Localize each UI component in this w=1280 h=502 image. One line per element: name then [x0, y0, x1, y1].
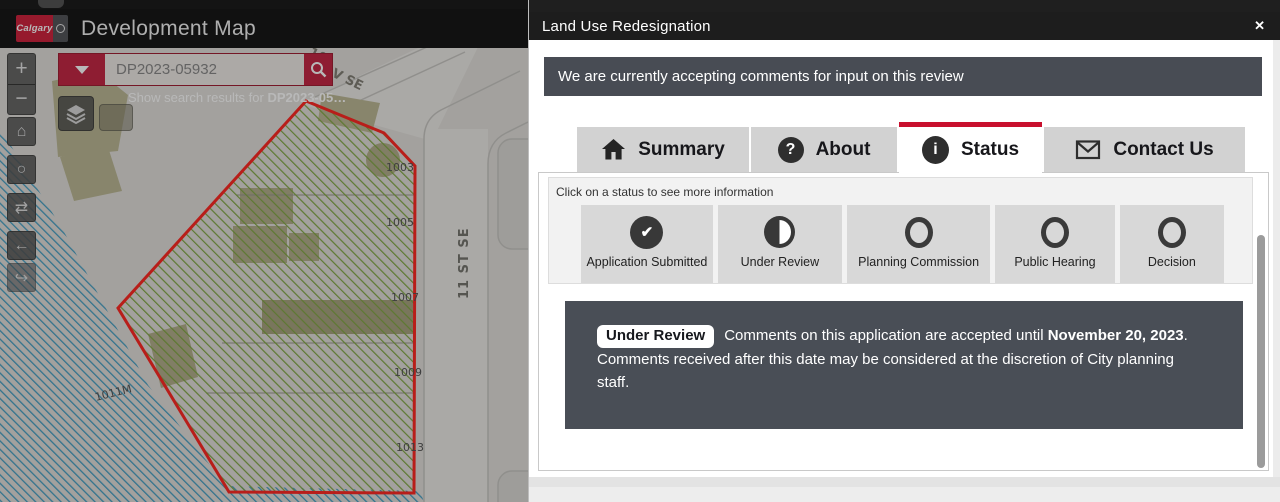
empty-circle-icon [1158, 217, 1186, 248]
info-icon: i [922, 136, 949, 164]
status-step-label: Under Review [741, 255, 820, 269]
empty-circle-icon [905, 217, 933, 248]
envelope-icon [1075, 138, 1101, 161]
panel-top-gap [529, 0, 1280, 12]
panel-body: We are currently accepting comments for … [529, 40, 1280, 477]
status-caption: Click on a status to see more informatio… [549, 178, 1252, 199]
comments-open-banner: We are currently accepting comments for … [544, 57, 1262, 96]
tab-contact-us[interactable]: Contact Us [1044, 127, 1245, 172]
home-icon [601, 138, 626, 161]
close-icon[interactable]: ✕ [1254, 18, 1280, 34]
modal-dim-overlay [0, 9, 528, 502]
tab-bar: Summary ? About i Status Contact Us [577, 122, 1280, 172]
empty-circle-icon [1041, 217, 1069, 248]
tab-label: Contact Us [1113, 139, 1213, 161]
status-badge: Under Review [597, 325, 714, 348]
tab-label: Status [961, 139, 1019, 161]
status-step-label: Decision [1148, 255, 1196, 269]
scrollbar-thumb[interactable] [1257, 235, 1265, 468]
half-circle-icon [764, 216, 795, 248]
status-step-label: Planning Commission [858, 255, 979, 269]
panel-title: Land Use Redesignation [529, 18, 711, 35]
status-step-decision[interactable]: Decision [1120, 205, 1224, 283]
status-step-label: Public Hearing [1014, 255, 1095, 269]
land-use-panel: Land Use Redesignation ✕ We are currentl… [528, 0, 1280, 502]
tab-label: About [816, 139, 871, 161]
page-background [529, 487, 1280, 502]
status-tab-content: Click on a status to see more informatio… [538, 172, 1269, 471]
message-before: Comments on this application are accepte… [724, 327, 1048, 344]
status-message-box: Under Review Comments on this application… [565, 301, 1243, 429]
tab-status[interactable]: i Status [899, 122, 1042, 173]
tab-label: Summary [638, 139, 725, 161]
panel-right-edge [1273, 40, 1280, 477]
map-pane: 1003 1005 1007 1009 1013 1011M 11 ST SE … [0, 9, 528, 502]
check-circle-icon: ✔ [630, 216, 663, 249]
status-step-public-hearing[interactable]: Public Hearing [995, 205, 1114, 283]
status-step-under-review[interactable]: Under Review [718, 205, 842, 283]
question-icon: ? [778, 137, 804, 163]
panel-header: Land Use Redesignation ✕ [529, 12, 1280, 40]
status-step-application-submitted[interactable]: ✔ Application Submitted [581, 205, 713, 283]
status-step-planning-commission[interactable]: Planning Commission [847, 205, 990, 283]
browser-tab-edge [38, 0, 64, 8]
message-deadline-date: November 20, 2023 [1048, 327, 1184, 344]
app-screen: 1003 1005 1007 1009 1013 1011M 11 ST SE … [0, 0, 1280, 502]
status-step-label: Application Submitted [586, 255, 707, 269]
status-timeline-panel: Click on a status to see more informatio… [548, 177, 1253, 284]
tab-summary[interactable]: Summary [577, 127, 749, 172]
panel-bottom-edge [529, 477, 1280, 487]
tab-about[interactable]: ? About [751, 127, 897, 172]
panel-scrollbar[interactable] [1257, 178, 1265, 466]
status-strip: ✔ Application Submitted Under Review Pla… [581, 205, 1224, 283]
